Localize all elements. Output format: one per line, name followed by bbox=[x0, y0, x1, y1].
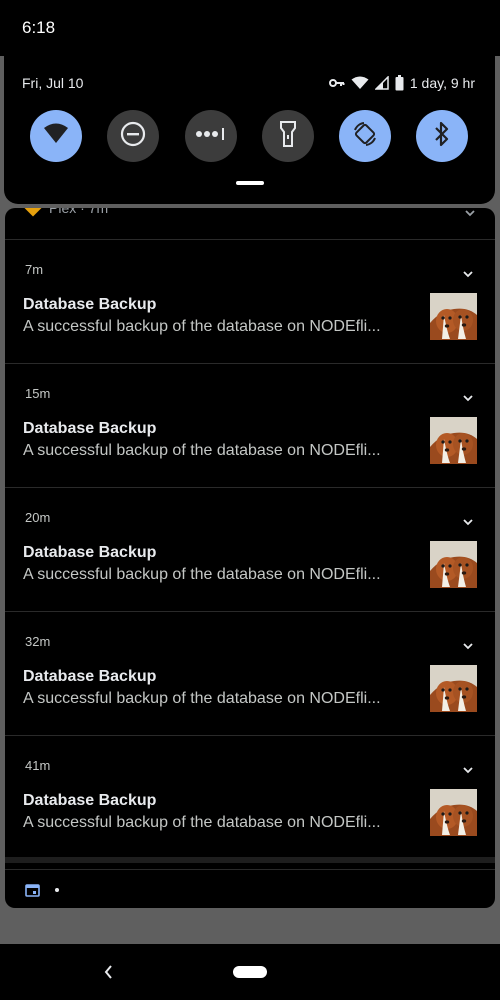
notification-title: Database Backup bbox=[23, 792, 157, 809]
calendar-icon bbox=[25, 883, 40, 902]
silent-notifications-row[interactable] bbox=[5, 869, 495, 908]
notification-text: A successful backup of the database on N… bbox=[23, 442, 381, 459]
more-dots-icon bbox=[195, 127, 227, 146]
chevron-down-icon[interactable] bbox=[464, 208, 476, 222]
battery-icon bbox=[395, 75, 404, 91]
notification-text: A successful backup of the database on N… bbox=[23, 814, 381, 831]
dog-thumbnail bbox=[430, 789, 477, 836]
notification-time: 7m bbox=[25, 262, 44, 277]
home-pill[interactable] bbox=[233, 966, 267, 978]
notification-time: 20m bbox=[25, 510, 51, 525]
notification-shade: Plex · 7m 7m Database Backup A successfu… bbox=[5, 208, 495, 908]
qs-date[interactable]: Fri, Jul 10 bbox=[22, 75, 83, 91]
bluetooth-icon bbox=[433, 121, 451, 152]
vpn-key-icon bbox=[328, 78, 345, 88]
overflow-dot bbox=[55, 888, 59, 892]
notification-item[interactable]: 41m Database Backup A successful backup … bbox=[5, 735, 495, 860]
back-chevron-icon[interactable] bbox=[102, 962, 114, 987]
chevron-down-icon[interactable] bbox=[462, 637, 474, 655]
dog-thumbnail bbox=[430, 293, 477, 340]
dog-thumbnail bbox=[430, 541, 477, 588]
notification-time: 41m bbox=[25, 758, 51, 773]
notification-text: A successful backup of the database on N… bbox=[23, 318, 381, 335]
auto-rotate-icon bbox=[352, 121, 378, 152]
chevron-down-icon[interactable] bbox=[462, 761, 474, 779]
notification-title: Database Backup bbox=[23, 296, 157, 313]
auto-rotate-tile[interactable] bbox=[339, 110, 391, 162]
status-bar: 6:18 bbox=[0, 0, 500, 56]
notification-item[interactable]: 20m Database Backup A successful backup … bbox=[5, 487, 495, 612]
more-tile[interactable] bbox=[185, 110, 237, 162]
wifi-status-icon bbox=[351, 76, 369, 90]
quick-settings-panel: Fri, Jul 10 1 day, 9 hr bbox=[4, 56, 495, 204]
cell-signal-icon bbox=[374, 76, 389, 90]
expand-handle[interactable] bbox=[236, 181, 264, 185]
chevron-down-icon[interactable] bbox=[462, 389, 474, 407]
quick-settings-tiles bbox=[4, 110, 495, 162]
notification-text: A successful backup of the database on N… bbox=[23, 566, 381, 583]
flashlight-icon bbox=[280, 120, 296, 152]
notification-item[interactable]: 32m Database Backup A successful backup … bbox=[5, 611, 495, 736]
notification-title: Database Backup bbox=[23, 668, 157, 685]
peek-notification[interactable]: Plex · 7m bbox=[5, 208, 495, 240]
peek-notification-text: Plex · 7m bbox=[49, 208, 109, 216]
qs-status-icons: 1 day, 9 hr bbox=[328, 73, 475, 93]
notification-text: A successful backup of the database on N… bbox=[23, 690, 381, 707]
notification-item[interactable]: 15m Database Backup A successful backup … bbox=[5, 363, 495, 488]
dog-thumbnail bbox=[430, 665, 477, 712]
status-clock: 6:18 bbox=[22, 18, 56, 37]
notification-time: 15m bbox=[25, 386, 51, 401]
dnd-tile[interactable] bbox=[107, 110, 159, 162]
chevron-down-icon[interactable] bbox=[462, 265, 474, 283]
flashlight-tile[interactable] bbox=[262, 110, 314, 162]
notification-title: Database Backup bbox=[23, 544, 157, 561]
navigation-bar bbox=[0, 944, 500, 1000]
bluetooth-tile[interactable] bbox=[416, 110, 468, 162]
notification-time: 32m bbox=[25, 634, 51, 649]
wifi-icon bbox=[43, 123, 69, 150]
battery-text: 1 day, 9 hr bbox=[409, 75, 475, 91]
wifi-tile[interactable] bbox=[30, 110, 82, 162]
notification-item[interactable]: 7m Database Backup A successful backup o… bbox=[5, 239, 495, 364]
section-divider bbox=[5, 857, 495, 863]
chevron-down-icon[interactable] bbox=[462, 513, 474, 531]
dog-thumbnail bbox=[430, 417, 477, 464]
do-not-disturb-icon bbox=[120, 121, 146, 152]
plex-icon bbox=[24, 208, 42, 217]
notification-title: Database Backup bbox=[23, 420, 157, 437]
